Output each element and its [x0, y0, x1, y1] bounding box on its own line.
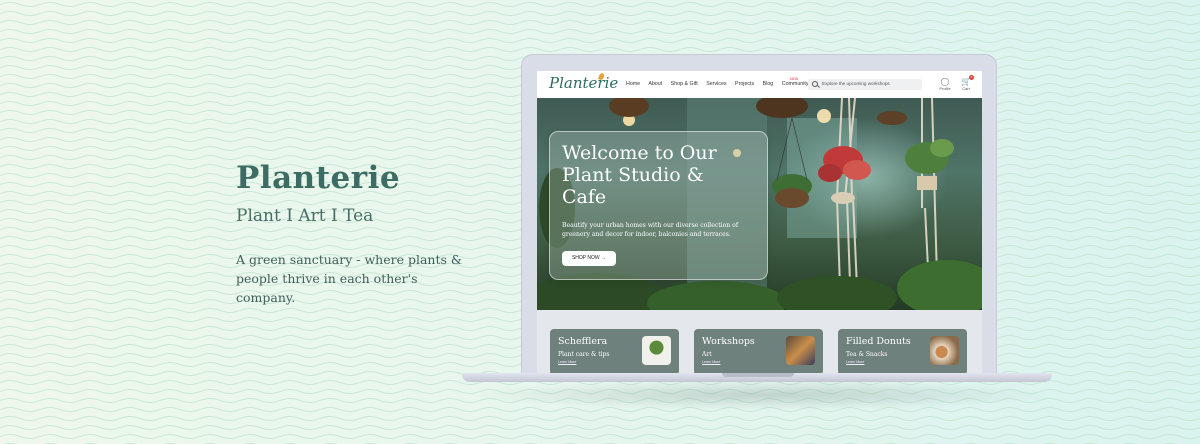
search-placeholder: Explore the upcoming workshops — [822, 81, 890, 86]
schefflera-plant-image — [642, 336, 671, 365]
tile-learn-more-link[interactable]: Learn More — [558, 360, 576, 364]
tile-filled-donuts[interactable]: Filled Donuts Tea & Snacks Learn More — [838, 329, 967, 375]
intro-panel: Planterie Plant I Art I Tea A green sanc… — [236, 160, 496, 307]
tile-title: Schefflera — [558, 336, 608, 347]
hero-glass-card: Welcome to Our Plant Studio & Cafe Beaut… — [549, 131, 768, 280]
tile-title: Filled Donuts — [846, 336, 911, 347]
nav-link-home[interactable]: Home — [626, 81, 640, 87]
site-logo[interactable]: Planterie — [549, 74, 618, 92]
nav-link-projects[interactable]: Projects — [735, 81, 754, 87]
arrow-right-icon: → — [601, 255, 607, 261]
laptop-screen: Planterie Home About Shop & Gift Service… — [537, 71, 982, 376]
tile-learn-more-link[interactable]: Learn More — [702, 360, 720, 364]
hero-banner: Welcome to Our Plant Studio & Cafe Beaut… — [537, 98, 982, 310]
feature-tiles-section: Schefflera Plant care & tips Learn More … — [537, 310, 982, 376]
nav-link-shop-gift[interactable]: Shop & Gift — [671, 81, 698, 87]
hero-subtitle: Beautify your urban homes with our diver… — [562, 222, 739, 238]
site-navbar: Planterie Home About Shop & Gift Service… — [537, 71, 982, 99]
shop-now-button[interactable]: SHOP NOW → — [562, 251, 616, 266]
new-badge: NEW — [790, 77, 799, 81]
tile-schefflera[interactable]: Schefflera Plant care & tips Learn More — [550, 329, 679, 375]
cart-label: Cart — [962, 86, 970, 91]
laptop-notch — [722, 373, 794, 377]
search-input[interactable]: Explore the upcoming workshops — [808, 79, 922, 90]
workshop-image — [786, 336, 815, 365]
hero-title: Welcome to Our Plant Studio & Cafe — [562, 142, 717, 208]
profile-icon: ◯ — [940, 77, 950, 86]
search-icon — [812, 81, 818, 87]
nav-link-services[interactable]: Services — [706, 81, 726, 87]
profile-label: Profile — [939, 86, 951, 91]
brand-tagline: Plant I Art I Tea — [236, 206, 374, 226]
nav-link-blog[interactable]: Blog — [763, 81, 774, 87]
brand-title: Planterie — [236, 160, 401, 196]
tile-workshops[interactable]: Workshops Art Learn More — [694, 329, 823, 375]
tile-title: Workshops — [702, 336, 755, 347]
brand-description: A green sanctuary - where plants & peopl… — [236, 252, 462, 305]
nav-link-community[interactable]: Community — [782, 81, 809, 87]
laptop-shadow — [470, 380, 1060, 410]
tile-learn-more-link[interactable]: Learn More — [846, 360, 864, 364]
nav-link-about[interactable]: About — [648, 81, 662, 87]
profile-button[interactable]: ◯ Profile — [937, 77, 953, 91]
donuts-image — [930, 336, 959, 365]
nav-links: Home About Shop & Gift Services Projects… — [626, 81, 816, 87]
tile-subtitle: Plant care & tips — [558, 351, 610, 358]
shop-now-label: SHOP NOW — [571, 255, 600, 261]
tile-subtitle: Art — [702, 351, 712, 358]
tile-subtitle: Tea & Snacks — [846, 351, 888, 358]
cart-count-badge: 0 — [969, 75, 974, 80]
